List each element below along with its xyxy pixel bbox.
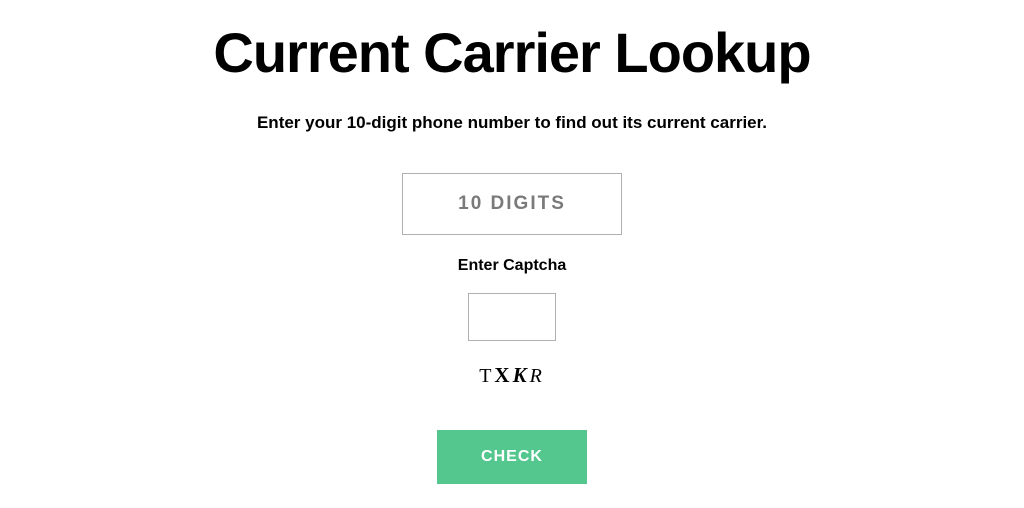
captcha-input-wrapper [0,293,1024,363]
captcha-char-3: K [513,363,530,387]
check-button[interactable]: CHECK [437,430,587,484]
captcha-char-1: T [479,365,494,387]
captcha-image: TXKR [0,363,1024,388]
form-wrapper: Enter Captcha TXKR CHECK [0,173,1024,484]
captcha-char-4: R [530,365,545,387]
captcha-input[interactable] [468,293,556,341]
page-subtitle: Enter your 10-digit phone number to find… [0,113,1024,133]
main-container: Current Carrier Lookup Enter your 10-dig… [0,0,1024,484]
page-title: Current Carrier Lookup [0,20,1024,85]
captcha-label: Enter Captcha [0,257,1024,275]
phone-number-input[interactable] [402,173,622,235]
captcha-text: TXKR [479,363,545,388]
captcha-char-2: X [494,363,512,387]
